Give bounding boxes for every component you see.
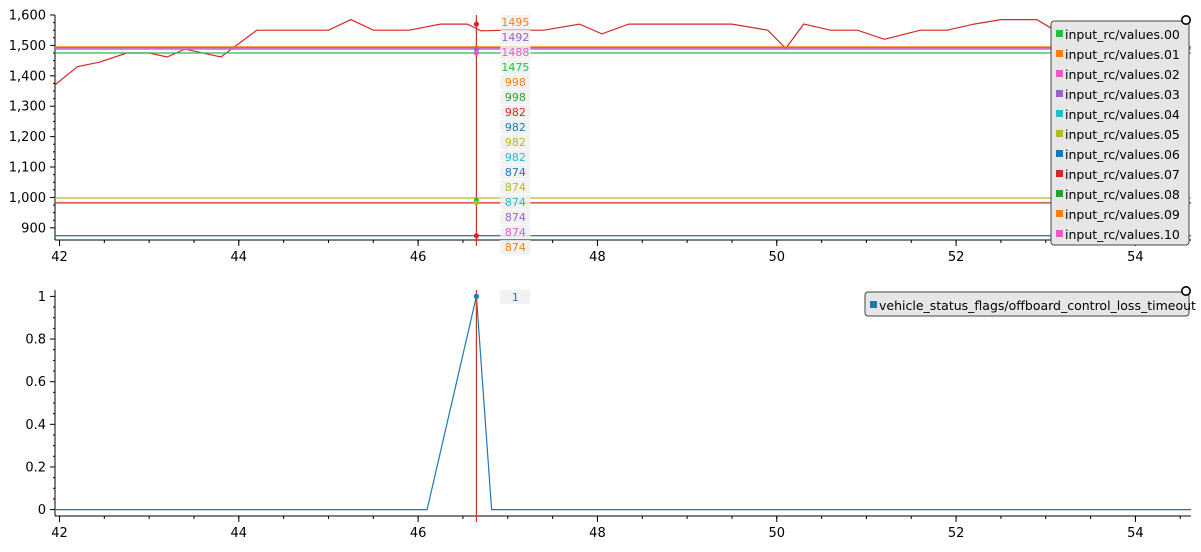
legend-entry[interactable]: vehicle_status_flags/offboard_control_lo… [879,298,1196,313]
legend-entry[interactable]: input_rc/values.04 [1065,107,1180,122]
y-tick-label: 0.2 [25,460,46,475]
legend-swatch [1056,130,1063,137]
cursor-value: 1495 [501,16,529,29]
x-tick-label: 44 [231,250,248,265]
y-tick-label: 0.8 [25,333,46,348]
y-tick-label: 1,300 [9,100,46,115]
x-tick-label: 42 [51,526,68,541]
legend-swatch [1056,230,1063,237]
x-tick-label: 46 [410,250,427,265]
x-tick-label: 50 [768,526,785,541]
x-tick-label: 50 [768,250,785,265]
x-tick-label: 54 [1127,250,1144,265]
legend-entry[interactable]: input_rc/values.03 [1065,87,1180,102]
plot-handle-icon[interactable] [1181,285,1192,296]
x-tick-label: 52 [948,250,965,265]
y-tick-label: 0.4 [25,418,46,433]
legend-swatch [1056,30,1063,37]
cursor-marker [473,293,480,299]
cursor-value: 982 [505,151,526,164]
cursor-value: 1 [512,291,519,304]
cursor-value: 982 [505,121,526,134]
cursor-value: 1492 [501,31,529,44]
cursor-marker [473,200,480,206]
x-tick-label: 42 [51,250,68,265]
y-tick-label: 0.6 [25,375,46,390]
legend-swatch [1056,70,1063,77]
legend-entry[interactable]: input_rc/values.06 [1065,147,1180,162]
cursor-value: 982 [505,106,526,119]
legend-swatch [1056,50,1063,57]
legend[interactable]: vehicle_status_flags/offboard_control_lo… [864,291,1196,317]
cursor-value: 998 [505,76,526,89]
y-tick-label: 1,000 [9,191,46,206]
y-tick-label: 1,200 [9,130,46,145]
legend-swatch [870,301,877,308]
legend-swatch [1056,170,1063,177]
legend-entry[interactable]: input_rc/values.09 [1065,207,1180,222]
plot-panel-0: 900 1,000 1,100 1,200 1,300 1,400 1,500 1,600 42… [9,9,1192,265]
legend-swatch [1056,190,1063,197]
cursor-value: 1488 [501,46,529,59]
cursor-marker [473,21,480,27]
cursor-marker [473,50,480,56]
legend-entry[interactable]: input_rc/values.10 [1065,227,1180,242]
x-tick-label: 48 [589,526,606,541]
y-tick-label: 1,400 [9,69,46,84]
legend-entry[interactable]: input_rc/values.07 [1065,167,1180,182]
plot-panel-1: 0 0.2 0.4 0.6 0.8 1 42 44 46 48 50 52 54 1 vehicle_sta… [25,285,1196,541]
cursor-value: 874 [505,166,526,179]
x-tick-label: 48 [589,250,606,265]
y-tick-label: 1,500 [9,39,46,54]
cursor-value: 1475 [501,61,529,74]
cursor-value: 998 [505,91,526,104]
x-tick-label: 44 [231,526,248,541]
y-tick-label: 1,100 [9,161,46,176]
y-tick-label: 1 [38,290,46,305]
cursor-values: 1495 1492 1488 1475 998 998 982 982 982 982 874 874… [500,15,531,254]
cursor-value: 874 [505,181,526,194]
legend-swatch [1056,90,1063,97]
cursor-value: 874 [505,226,526,239]
legend-entry[interactable]: input_rc/values.08 [1065,187,1180,202]
plot-area: 900 1,000 1,100 1,200 1,300 1,400 1,500 1,600 42… [9,9,1196,542]
cursor-marker [473,233,480,239]
y-tick-label: 900 [21,221,46,236]
legend-entry[interactable]: input_rc/values.05 [1065,127,1180,142]
cursor-value: 874 [505,241,526,254]
x-tick-label: 52 [948,526,965,541]
legend-swatch [1056,110,1063,117]
y-tick-label: 1,600 [9,9,46,24]
x-tick-label: 54 [1127,526,1144,541]
legend-swatch [1056,210,1063,217]
series-line [55,296,1191,511]
cursor-value: 874 [505,211,526,224]
series-line [55,18,1181,86]
legend-entry[interactable]: input_rc/values.01 [1065,47,1180,62]
plot-handle-icon[interactable] [1181,15,1192,25]
y-tick-label: 0 [38,503,46,518]
cursor-values: 1 [500,290,531,304]
x-tick-label: 46 [410,526,427,541]
legend-entry[interactable]: input_rc/values.00 [1065,27,1180,42]
legend-swatch [1056,150,1063,157]
series-group [55,18,1191,237]
series-group [55,296,1191,511]
cursor-value: 874 [505,196,526,209]
legend-entry[interactable]: input_rc/values.02 [1065,67,1180,82]
cursor-value: 982 [505,136,526,149]
legend[interactable]: input_rc/values.00 input_rc/values.01inpu… [1050,20,1190,246]
